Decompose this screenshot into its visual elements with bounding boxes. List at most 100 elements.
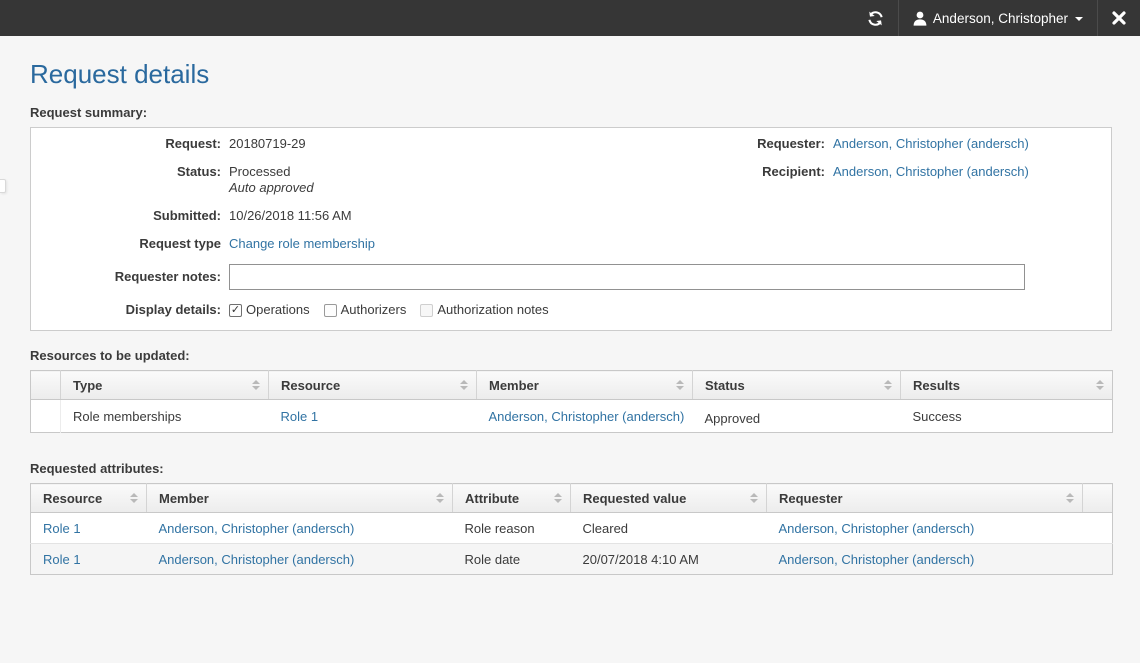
operations-checkbox-label: Operations <box>246 302 310 318</box>
summary-row: Request type Change role membership <box>39 236 1103 252</box>
resource-link[interactable]: Role 1 <box>43 521 81 536</box>
attributes-table: Resource Member Attribute Requested valu… <box>30 483 1113 575</box>
operations-checkbox[interactable]: ✓ Operations <box>229 302 310 318</box>
request-summary-label: Request summary: <box>30 105 1112 120</box>
column-header-label: Member <box>489 378 539 393</box>
checkbox-checked-icon: ✓ <box>229 304 242 317</box>
member-link[interactable]: Anderson, Christopher (andersch) <box>159 521 355 536</box>
requester-label: Requester: <box>707 136 825 152</box>
requester-link[interactable]: Anderson, Christopher (andersch) <box>833 136 1029 151</box>
refresh-icon <box>867 10 884 27</box>
close-button[interactable] <box>1098 0 1140 36</box>
sort-icon <box>130 493 138 503</box>
column-header-label: Resource <box>43 491 102 506</box>
resource-cell: Role 1 <box>31 513 147 544</box>
refresh-button[interactable] <box>853 0 898 36</box>
attributes-header-member[interactable]: Member <box>147 484 453 513</box>
resource-link[interactable]: Role 1 <box>43 552 81 567</box>
side-panel-handle[interactable] <box>0 179 6 193</box>
resource-cell: Role 1 <box>31 544 147 575</box>
sort-icon <box>1096 380 1104 390</box>
resources-header-type[interactable]: Type <box>61 371 269 400</box>
status-label: Status: <box>39 164 221 196</box>
sort-icon <box>884 380 892 390</box>
user-menu[interactable]: Anderson, Christopher <box>899 0 1097 36</box>
attributes-table-header-row: Resource Member Attribute Requested valu… <box>31 484 1113 513</box>
row-spacer-cell <box>31 400 61 433</box>
page-title: Request details <box>30 59 1112 90</box>
sort-icon <box>1066 493 1074 503</box>
attributes-header-resource[interactable]: Resource <box>31 484 147 513</box>
attributes-header-requested-value[interactable]: Requested value <box>571 484 767 513</box>
requester-notes-label: Requester notes: <box>39 264 221 290</box>
requested-value-cell: 20/07/2018 4:10 AM <box>571 544 767 575</box>
resources-header-resource[interactable]: Resource <box>269 371 477 400</box>
attributes-table-label: Requested attributes: <box>30 461 1112 476</box>
member-link[interactable]: Anderson, Christopher (andersch) <box>159 552 355 567</box>
results-cell: Success <box>901 400 1113 433</box>
summary-row: Display details: ✓ Operations Authorizer… <box>39 302 1103 318</box>
close-icon <box>1112 11 1126 25</box>
submitted-value: 10/26/2018 11:56 AM <box>229 208 1111 224</box>
submitted-label: Submitted: <box>39 208 221 224</box>
display-details-options: ✓ Operations Authorizers Authorization n… <box>229 302 1111 318</box>
authorization-notes-checkbox[interactable]: Authorization notes <box>420 302 548 318</box>
sort-icon <box>436 493 444 503</box>
sort-icon <box>252 380 260 390</box>
requested-value-cell: Cleared <box>571 513 767 544</box>
member-cell: Anderson, Christopher (andersch) <box>147 513 453 544</box>
resources-table-header-row: Type Resource Member Status Results <box>31 371 1113 400</box>
summary-row: Request: 20180719-29 Requester: Anderson… <box>39 136 1103 152</box>
recipient-link[interactable]: Anderson, Christopher (andersch) <box>833 164 1029 179</box>
display-details-label: Display details: <box>39 302 221 318</box>
authorizers-checkbox[interactable]: Authorizers <box>324 302 407 318</box>
member-link[interactable]: Anderson, Christopher (andersch) <box>489 409 685 424</box>
resources-header-status[interactable]: Status <box>693 371 901 400</box>
request-type-link[interactable]: Change role membership <box>229 236 375 251</box>
requester-cell: Anderson, Christopher (andersch) <box>767 544 1083 575</box>
requester-notes-input[interactable] <box>229 264 1025 290</box>
column-header-label: Type <box>73 378 102 393</box>
column-header-label: Attribute <box>465 491 519 506</box>
resource-link[interactable]: Role 1 <box>281 409 319 424</box>
row-spacer-cell <box>1083 544 1113 575</box>
column-header-label: Resource <box>281 378 340 393</box>
resources-header-member[interactable]: Member <box>477 371 693 400</box>
resource-cell: Role 1 <box>269 400 477 433</box>
user-name: Anderson, Christopher <box>933 11 1068 26</box>
checkbox-unchecked-icon <box>324 304 337 317</box>
resources-table-label: Resources to be updated: <box>30 348 1112 363</box>
attributes-header-spacer <box>1083 484 1113 513</box>
requester-cell: Anderson, Christopher (andersch) <box>767 513 1083 544</box>
attributes-header-attribute[interactable]: Attribute <box>453 484 571 513</box>
table-row: Role memberships Role 1 Anderson, Christ… <box>31 400 1113 433</box>
request-summary-box: Request: 20180719-29 Requester: Anderson… <box>30 127 1112 331</box>
resources-header-results[interactable]: Results <box>901 371 1113 400</box>
requester-link[interactable]: Anderson, Christopher (andersch) <box>779 521 975 536</box>
column-header-label: Requester <box>779 491 843 506</box>
requester-link[interactable]: Anderson, Christopher (andersch) <box>779 552 975 567</box>
column-header-label: Member <box>159 491 209 506</box>
sort-icon <box>750 493 758 503</box>
resources-table: Type Resource Member Status Results Role… <box>30 370 1113 433</box>
sort-icon <box>676 380 684 390</box>
attribute-cell: Role date <box>453 544 571 575</box>
status-cell: Approved <box>693 400 901 433</box>
type-cell: Role memberships <box>61 400 269 433</box>
chevron-down-icon <box>1075 17 1083 21</box>
recipient-label: Recipient: <box>707 164 825 196</box>
status-note: Auto approved <box>229 180 314 195</box>
attribute-cell: Role reason <box>453 513 571 544</box>
table-row: Role 1 Anderson, Christopher (andersch) … <box>31 513 1113 544</box>
attributes-header-requester[interactable]: Requester <box>767 484 1083 513</box>
authorization-notes-checkbox-label: Authorization notes <box>437 302 548 318</box>
sort-icon <box>460 380 468 390</box>
status-text: Processed <box>229 164 290 179</box>
column-header-label: Status <box>705 378 745 393</box>
table-row: Role 1 Anderson, Christopher (andersch) … <box>31 544 1113 575</box>
request-value: 20180719-29 <box>229 136 699 152</box>
request-label: Request: <box>39 136 221 152</box>
checkbox-disabled-icon <box>420 304 433 317</box>
member-cell: Anderson, Christopher (andersch) <box>147 544 453 575</box>
summary-row: Submitted: 10/26/2018 11:56 AM <box>39 208 1103 224</box>
